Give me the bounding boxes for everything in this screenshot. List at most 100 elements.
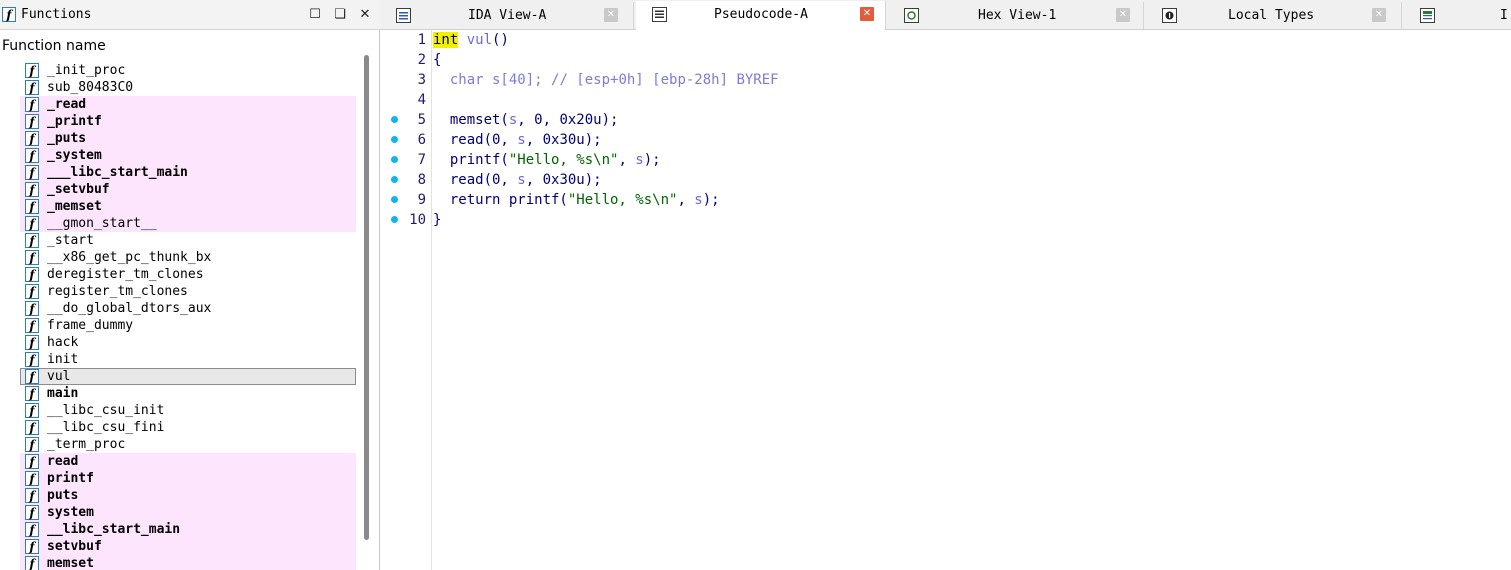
code-line[interactable]: 5 memset(s, 0, 0x20u); <box>384 110 1511 130</box>
function-icon: f <box>25 250 39 265</box>
function-list-item[interactable]: f register_tm_clones <box>20 283 356 300</box>
function-list-item[interactable]: f _init_proc <box>20 62 356 79</box>
function-list-item[interactable]: f __x86_get_pc_thunk_bx <box>20 249 356 266</box>
code-token: char s[40]; <box>433 72 552 88</box>
function-list-item[interactable]: f deregister_tm_clones <box>20 266 356 283</box>
function-list-item[interactable]: f frame_dummy <box>20 317 356 334</box>
function-list-item[interactable]: f main <box>20 385 356 402</box>
function-name: _read <box>47 97 87 112</box>
code-line[interactable]: 1 int vul() <box>384 30 1511 50</box>
tab-label: Local Types <box>1228 8 1315 23</box>
line-number: 4 <box>417 92 426 108</box>
code-line[interactable]: 9 return printf("Hello, %s\n", s); <box>384 190 1511 210</box>
function-name: read <box>47 454 79 469</box>
function-icon: f <box>25 233 39 248</box>
function-list-item[interactable]: f _puts <box>20 130 356 147</box>
function-name: __x86_get_pc_thunk_bx <box>47 250 212 265</box>
function-list-item[interactable]: f __libc_csu_fini <box>20 419 356 436</box>
function-name: _printf <box>47 114 102 129</box>
function-icon: f <box>25 386 39 401</box>
function-icon: f <box>25 471 39 486</box>
function-list-item[interactable]: f _term_proc <box>20 436 356 453</box>
close-icon[interactable]: ✕ <box>1116 8 1130 22</box>
code-token: printf( <box>433 152 509 168</box>
breakpoint-dot-icon[interactable] <box>391 176 398 183</box>
tab-local-types[interactable]: Local Types ✕ <box>1146 2 1402 29</box>
function-icon: f <box>25 437 39 452</box>
function-list-item[interactable]: f setvbuf <box>20 538 356 555</box>
code-line[interactable]: 7 printf("Hello, %s\n", s); <box>384 150 1511 170</box>
code-token: // [esp+0h] [ebp-28h] BYREF <box>551 72 779 88</box>
function-list-item[interactable]: f sub_80483C0 <box>20 79 356 96</box>
function-list-item[interactable]: f __gmon_start__ <box>20 215 356 232</box>
line-number: 9 <box>417 192 426 208</box>
close-icon[interactable]: ✕ <box>355 5 375 25</box>
pseudocode-view[interactable]: 1 int vul() 2{3 char s[40]; // [esp+0h] [e… <box>384 30 1511 570</box>
breakpoint-dot-icon[interactable] <box>391 136 398 143</box>
code-text: } <box>433 210 441 230</box>
code-token: { <box>433 52 442 68</box>
code-token: int <box>433 32 459 48</box>
function-name: register_tm_clones <box>47 284 188 299</box>
function-list-item[interactable]: f ___libc_start_main <box>20 164 356 181</box>
code-line[interactable]: 2{ <box>384 50 1511 70</box>
function-list-item[interactable]: f hack <box>20 334 356 351</box>
function-name: vul <box>47 369 71 384</box>
function-list-item[interactable]: f _printf <box>20 113 356 130</box>
tab-hex-view-1[interactable]: Hex View-1 ✕ <box>888 2 1144 29</box>
function-name-column-header[interactable]: Function name <box>2 38 106 54</box>
function-list-item[interactable]: f printf <box>20 470 356 487</box>
breakpoint-dot-icon[interactable] <box>391 156 398 163</box>
function-icon: f <box>25 301 39 316</box>
code-text: return printf("Hello, %s\n", s); <box>433 190 720 210</box>
function-list-item[interactable]: f _start <box>20 232 356 249</box>
maximize-icon[interactable]: ☐ <box>305 5 325 25</box>
code-token: , 0x30u); <box>525 132 602 148</box>
close-icon[interactable]: ✕ <box>860 7 874 21</box>
code-line[interactable]: 6 read(0, s, 0x30u); <box>384 130 1511 150</box>
code-line[interactable]: 4 <box>384 90 1511 110</box>
function-list-item[interactable]: f __do_global_dtors_aux <box>20 300 356 317</box>
function-list-item[interactable]: f _memset <box>20 198 356 215</box>
close-icon[interactable]: ✕ <box>1372 8 1386 22</box>
function-list-item[interactable]: f __libc_csu_init <box>20 402 356 419</box>
functions-titlebar[interactable]: f Functions ☐ ❏ ✕ <box>0 0 380 30</box>
close-icon[interactable]: ✕ <box>604 8 618 22</box>
function-list-item[interactable]: f _setvbuf <box>20 181 356 198</box>
function-list-item[interactable]: f memset <box>20 555 356 570</box>
function-list-item[interactable]: f read <box>20 453 356 470</box>
function-list-item[interactable]: f system <box>20 504 356 521</box>
code-text: { <box>433 50 441 70</box>
tab-pseudocode-a[interactable]: Pseudocode-A ✕ <box>636 1 886 30</box>
function-list-item[interactable]: f vul <box>20 368 356 385</box>
function-list-item[interactable]: f _system <box>20 147 356 164</box>
breakpoint-dot-icon[interactable] <box>391 216 398 223</box>
function-list-item[interactable]: f init <box>20 351 356 368</box>
tab-imports[interactable]: I <box>1404 2 1511 29</box>
tab-ida-view-a[interactable]: IDA View-A ✕ <box>380 2 634 29</box>
code-text: printf("Hello, %s\n", s); <box>433 150 661 170</box>
code-line[interactable]: 8 read(0, s, 0x30u); <box>384 170 1511 190</box>
function-list-item[interactable]: f __libc_start_main <box>20 521 356 538</box>
code-text: read(0, s, 0x30u); <box>433 130 602 150</box>
line-number: 7 <box>417 152 426 168</box>
breakpoint-dot-icon[interactable] <box>391 196 398 203</box>
code-line[interactable]: 3 char s[40]; // [esp+0h] [ebp-28h] BYRE… <box>384 70 1511 90</box>
functions-scrollbar[interactable] <box>364 55 369 540</box>
restore-icon[interactable]: ❏ <box>330 5 350 25</box>
code-text: char s[40]; // [esp+0h] [ebp-28h] BYREF <box>433 70 779 90</box>
tab-label: Pseudocode-A <box>714 7 808 22</box>
function-list-item[interactable]: f puts <box>20 487 356 504</box>
function-icon: f <box>25 97 39 112</box>
function-name: main <box>47 386 79 401</box>
function-icon: f <box>2 7 16 22</box>
line-number: 3 <box>417 72 426 88</box>
function-list-item[interactable]: f _read <box>20 96 356 113</box>
code-token: ); <box>702 192 720 208</box>
code-line[interactable]: 10} <box>384 210 1511 230</box>
function-icon: f <box>25 148 39 163</box>
breakpoint-dot-icon[interactable] <box>391 116 398 123</box>
function-name: sub_80483C0 <box>47 80 134 95</box>
code-token: s <box>694 192 703 208</box>
